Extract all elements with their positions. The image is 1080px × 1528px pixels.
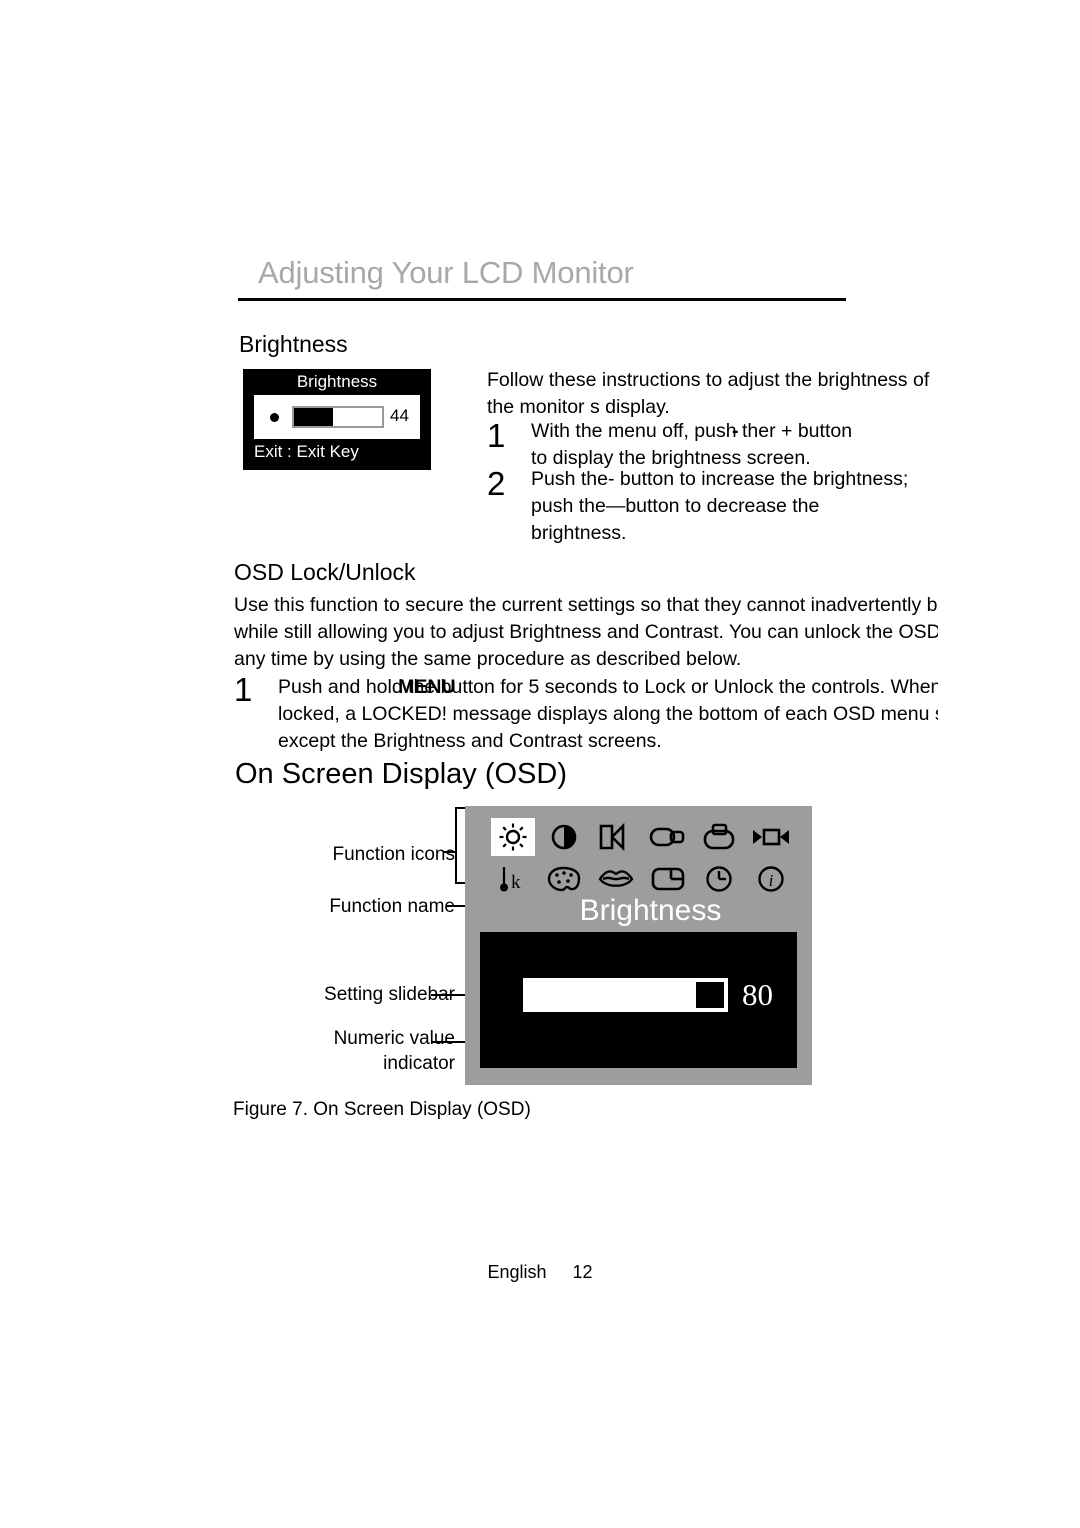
svg-text:k: k xyxy=(511,872,521,893)
callout-setting-slidebar: Setting slidebar xyxy=(324,984,455,1005)
h-position-icon[interactable] xyxy=(594,818,638,856)
brightness-heading: Brightness xyxy=(239,331,348,357)
callout-function-name: Function name xyxy=(329,896,455,917)
osd-lock-step-line-3: except the Brightness and Contrast scree… xyxy=(278,730,662,752)
osd-lock-heading: OSD Lock/Unlock xyxy=(234,559,416,585)
callout-numeric-line-1: Numeric value xyxy=(333,1028,455,1049)
bullet-dot-icon xyxy=(270,413,279,422)
brightness-step-1-line-1b: r + button xyxy=(769,420,853,442)
brightness-sun-icon[interactable] xyxy=(490,818,535,856)
overlap-over-text: - xyxy=(732,420,738,442)
brightness-preview-slider-track xyxy=(292,406,384,428)
osd-slidebar-fill xyxy=(527,982,697,1008)
brightness-osd-preview-inner: 44 xyxy=(254,395,420,439)
osd-numeric-value: 80 xyxy=(742,977,773,1012)
callout-numeric-line-2: indicator xyxy=(383,1053,455,1074)
osd-lock-paragraph: Use this function to secure the current … xyxy=(234,592,996,673)
brightness-step-2-number: 2 xyxy=(487,465,506,502)
color-adjust-lips-icon[interactable] xyxy=(594,860,638,898)
h-size-icon[interactable] xyxy=(646,818,690,856)
brightness-step-2-line-1b: button to increase the brightness; xyxy=(614,468,909,490)
figure-caption: Figure 7. On Screen Display (OSD) xyxy=(233,1099,531,1120)
brightness-intro-line-2: the monitor s display. xyxy=(487,396,670,418)
osd-lock-line-2: while still allowing you to adjust Brigh… xyxy=(234,621,990,643)
brightness-step-2-line-2b: button to decrease the xyxy=(625,495,820,517)
brightness-intro-line-1: Follow these instructions to adjust the … xyxy=(487,369,930,391)
brightness-step-2-line-3: brightness. xyxy=(531,522,627,544)
callout-function-icons: Function icons xyxy=(332,844,455,865)
overlap-under-text: the xyxy=(742,420,770,442)
footer-language: English xyxy=(487,1262,547,1282)
reset-clock-icon[interactable] xyxy=(697,860,741,898)
osd-lock-step-1-number: 1 xyxy=(234,671,253,708)
brightness-osd-preview: Brightness 44 Exit : Exit Key xyxy=(243,369,431,470)
osd-function-name: Brightness xyxy=(579,894,722,927)
brightness-step-1-line-1a: With the menu off, push xyxy=(531,420,743,442)
brightness-step-2-line-2a: push the xyxy=(531,495,606,517)
osd-lock-step-line-1b: button for 5 seconds to Lock or Unlock t… xyxy=(435,676,942,698)
osd-position-icon[interactable] xyxy=(646,860,690,898)
callout-numeric-value: Numeric value indicator xyxy=(195,1026,455,1076)
footer-page-number: 12 xyxy=(572,1262,593,1282)
osd-function-icon-grid: k i xyxy=(487,816,797,900)
osd-setting-slidebar[interactable] xyxy=(523,978,728,1012)
osd-lock-step-line-2: locked, a LOCKED! message displays along… xyxy=(278,703,972,725)
overlapped-token-the-menu: the MENU xyxy=(398,674,455,701)
v-position-icon[interactable] xyxy=(749,818,793,856)
v-size-icon[interactable] xyxy=(697,818,741,856)
header-rule xyxy=(238,298,846,301)
osd-lock-line-3: any time by using the same procedure as … xyxy=(234,648,742,670)
overlap-over-text: MENU xyxy=(398,676,456,698)
osd-lock-line-1: Use this function to secure the current … xyxy=(234,594,997,616)
leader-bracket-stub xyxy=(443,851,457,853)
minus-button-glyph-icon: — xyxy=(605,495,626,517)
brightness-step-1-number: 1 xyxy=(487,417,506,454)
osd-lock-step-line-1a: Push and hold xyxy=(278,676,409,698)
osd-screen-area: 80 xyxy=(480,932,797,1068)
brightness-osd-preview-title: Brightness xyxy=(296,372,378,391)
color-temperature-icon[interactable]: k xyxy=(491,860,535,898)
brightness-intro-paragraph: Follow these instructions to adjust the … xyxy=(487,367,929,421)
leader-bracket-vertical xyxy=(455,807,457,883)
brightness-preview-slider-fill xyxy=(294,408,333,426)
brightness-step-1-text: With the menu off, push the - r + button t… xyxy=(531,418,852,472)
page-right-clip-mask xyxy=(938,560,1080,760)
on-screen-display-heading: On Screen Display (OSD) xyxy=(235,758,567,790)
page-footer: English 12 xyxy=(0,1262,1080,1283)
svg-text:i: i xyxy=(769,871,774,890)
osd-lock-step-1-text: Push and hold the MENU button for 5 secon… xyxy=(278,674,972,755)
overlapped-token-the-minus: the - xyxy=(732,418,770,445)
chapter-heading: Adjusting Your LCD Monitor xyxy=(258,255,634,290)
osd-figure: k i Brightness 80 xyxy=(465,806,812,1085)
contrast-half-circle-icon[interactable] xyxy=(542,818,586,856)
brightness-osd-preview-exit-label: Exit : Exit Key xyxy=(254,442,359,461)
document-page: Adjusting Your LCD Monitor Brightness Br… xyxy=(0,0,1080,1528)
information-icon[interactable]: i xyxy=(749,860,793,898)
brightness-step-2-text: Push the- button to increase the brightn… xyxy=(531,466,908,547)
brightness-preview-value: 44 xyxy=(390,406,409,425)
color-palette-icon[interactable] xyxy=(542,860,586,898)
brightness-step-2-line-1a: Push the xyxy=(531,468,608,490)
